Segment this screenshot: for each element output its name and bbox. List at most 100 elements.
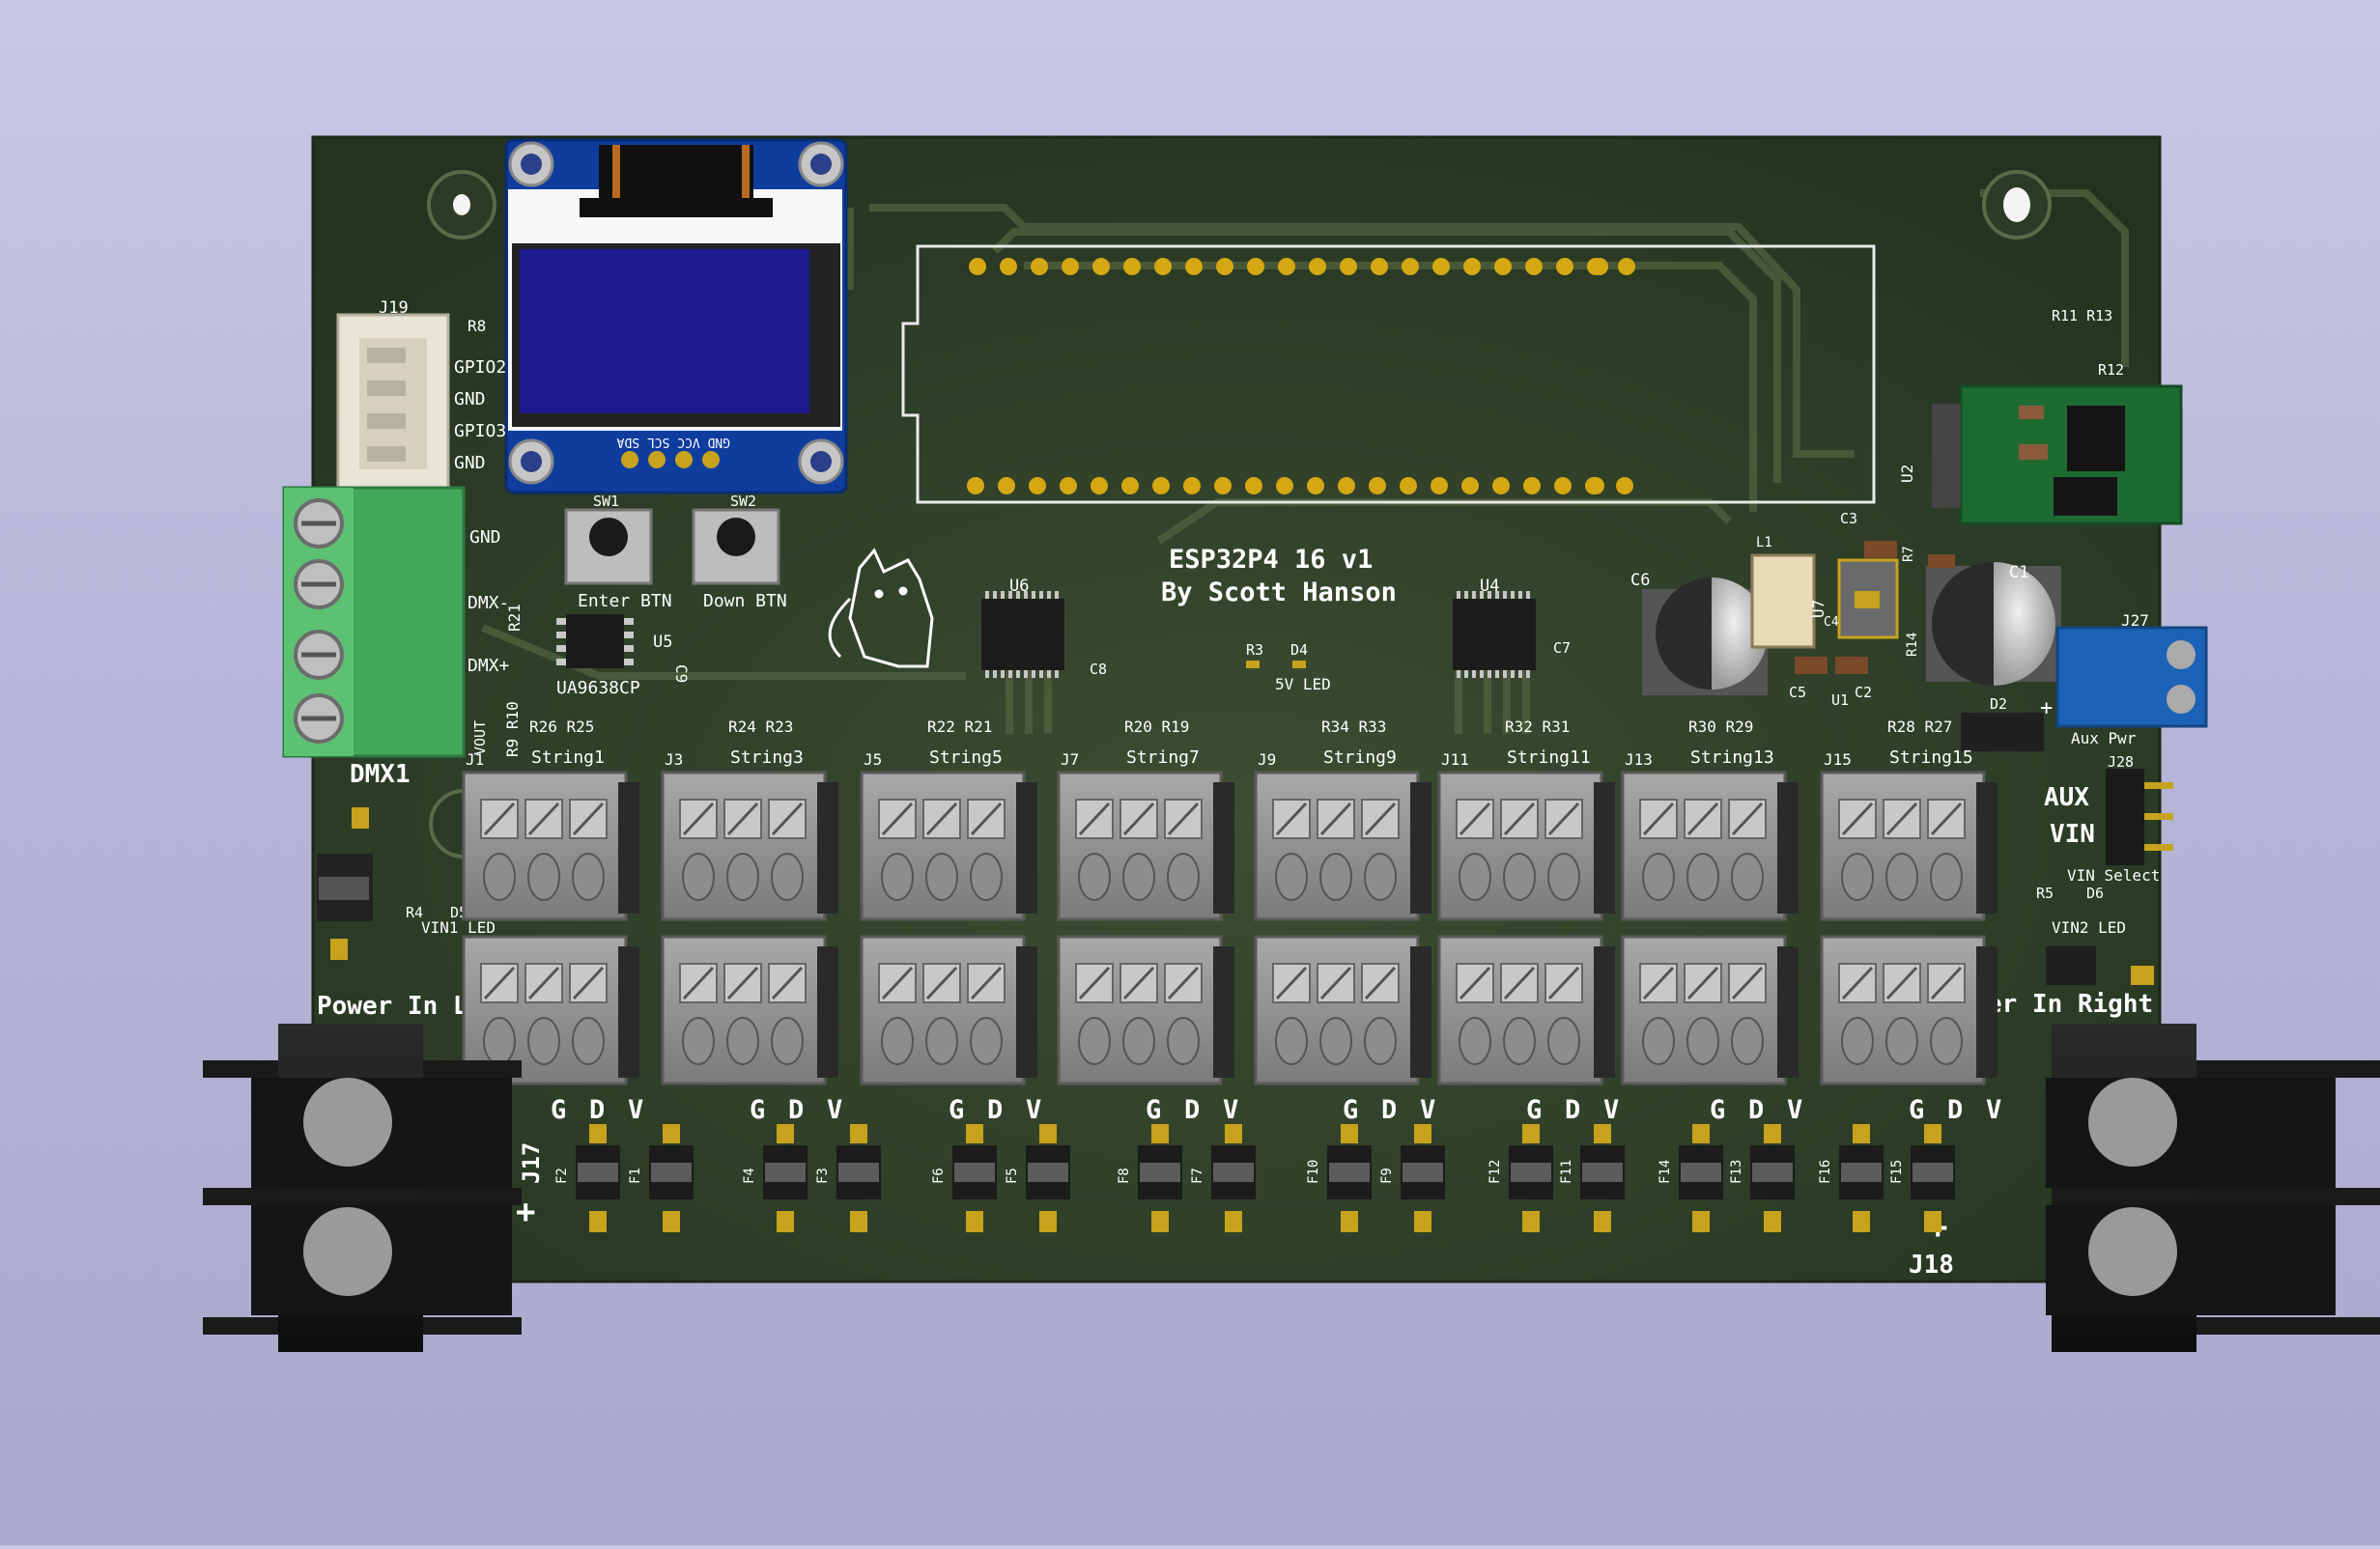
wire-port	[1503, 853, 1536, 901]
pcb-render: GND VCC SCL SDA ESP32P4 16 v1 By Scott H…	[203, 135, 2380, 1352]
wire-port	[1364, 853, 1397, 901]
svg-text:D6: D6	[2086, 885, 2104, 902]
fuse-pad	[1151, 1211, 1169, 1232]
fuse-band	[1841, 1163, 1882, 1182]
fuse-pad	[1522, 1124, 1540, 1143]
fuse-band	[838, 1163, 879, 1182]
led-vin2-label: VIN2 LED	[2052, 918, 2126, 937]
dmx-label: DMX1	[350, 760, 411, 789]
wire-port	[1078, 853, 1111, 901]
gdv-label: G	[1710, 1095, 1725, 1125]
ic-pin	[1503, 670, 1507, 678]
gdv-label: G	[949, 1095, 964, 1125]
svg-text:R11 R13: R11 R13	[2052, 307, 2112, 324]
down-button[interactable]: SW2 Down BTN	[692, 493, 787, 611]
fuse-band	[1329, 1163, 1370, 1182]
fuse-pad	[1924, 1124, 1941, 1143]
wire-port	[925, 853, 958, 901]
fuse-band	[765, 1163, 806, 1182]
wire-port	[483, 1017, 516, 1065]
fuse-pad	[1764, 1211, 1781, 1232]
esp32-pin	[1154, 258, 1172, 275]
terminal-clip	[1016, 782, 1037, 914]
terminal-clip	[1213, 946, 1234, 1078]
fuse-pad	[1853, 1211, 1870, 1232]
ic-pin	[1518, 591, 1522, 599]
svg-text:C2: C2	[1855, 684, 1872, 701]
svg-text:R12: R12	[2098, 361, 2124, 379]
esp32-pin	[1276, 477, 1293, 494]
fuse-ref: F15	[1889, 1160, 1905, 1184]
wire-port	[1078, 1017, 1111, 1065]
fuse-ref: F5	[1005, 1168, 1020, 1184]
svg-text:SW1: SW1	[593, 493, 619, 510]
fuse-ref: F9	[1379, 1168, 1395, 1184]
gdv-label: G	[750, 1095, 765, 1125]
fuse-band	[954, 1163, 995, 1182]
terminal-clip	[1976, 782, 1998, 914]
svg-text:R5: R5	[2036, 885, 2054, 902]
svg-text:L1: L1	[1756, 535, 1772, 550]
svg-text:U6: U6	[1009, 577, 1029, 596]
gdv-label: V	[628, 1095, 643, 1125]
capacitor-c1: C1	[1926, 562, 2061, 686]
ic-pin	[1464, 670, 1468, 678]
ic-pin	[1001, 670, 1005, 678]
fuse-pad	[589, 1211, 607, 1232]
fuse-band	[1752, 1163, 1793, 1182]
connector-ref: J11	[1441, 750, 1469, 769]
svg-text:GPIO2: GPIO2	[454, 357, 506, 378]
fuse-ref: F11	[1559, 1160, 1574, 1184]
gdv-label: G	[551, 1095, 566, 1125]
fuse-pad	[850, 1211, 867, 1232]
terminal-clip	[1213, 782, 1234, 914]
wire-port	[572, 1017, 605, 1065]
wire-port	[1686, 853, 1719, 901]
esp32-pin	[1587, 477, 1604, 494]
ic-pin	[1503, 591, 1507, 599]
string-label: String3	[730, 747, 804, 768]
ic-pin	[1024, 670, 1028, 678]
svg-text:C5: C5	[1789, 684, 1806, 701]
gdv-label: V	[1603, 1095, 1619, 1125]
string-label: String5	[929, 747, 1003, 768]
esp32-pin	[1340, 258, 1357, 275]
wire-port	[1459, 1017, 1491, 1065]
terminal-clip	[1777, 782, 1799, 914]
ic-pin	[1055, 591, 1059, 599]
fuse-ref: F12	[1488, 1160, 1503, 1184]
string-label: String13	[1690, 747, 1774, 768]
wire-port	[1686, 1017, 1719, 1065]
esp32-pin	[1183, 477, 1201, 494]
gdv-label: V	[1787, 1095, 1802, 1125]
connector-ref: J1	[466, 750, 484, 769]
oled-pin-labels: GND VCC SCL SDA	[616, 435, 730, 449]
esp32-pin	[969, 258, 986, 275]
terminal-clip	[618, 946, 639, 1078]
esp32-pin	[1461, 477, 1479, 494]
resistor-label: R28 R27	[1887, 718, 1952, 736]
esp32-pin	[1432, 258, 1450, 275]
ic-pin	[1472, 670, 1476, 678]
oled-screen	[520, 249, 809, 413]
gdv-label: G	[1526, 1095, 1542, 1125]
ic-pin	[1032, 670, 1035, 678]
esp32-pin	[1307, 477, 1324, 494]
gdv-label: V	[1223, 1095, 1238, 1125]
esp32-pin	[1494, 258, 1512, 275]
svg-text:D4: D4	[1290, 641, 1308, 659]
wire-port	[771, 1017, 804, 1065]
svg-text:J28: J28	[2108, 753, 2134, 771]
wire-port	[527, 853, 560, 901]
esp32-pin	[1554, 477, 1572, 494]
ic-pin	[985, 591, 989, 599]
wire-port	[1167, 1017, 1200, 1065]
board-title: ESP32P4 16 v1	[1169, 545, 1373, 575]
fuse-ref: F16	[1818, 1160, 1833, 1184]
ic-pin	[1526, 670, 1530, 678]
wire-port	[1122, 853, 1155, 901]
fuse-ref: F2	[554, 1168, 570, 1184]
ic-pin	[1511, 670, 1515, 678]
svg-text:C6: C6	[1630, 571, 1650, 590]
fuse-pad	[1151, 1124, 1169, 1143]
